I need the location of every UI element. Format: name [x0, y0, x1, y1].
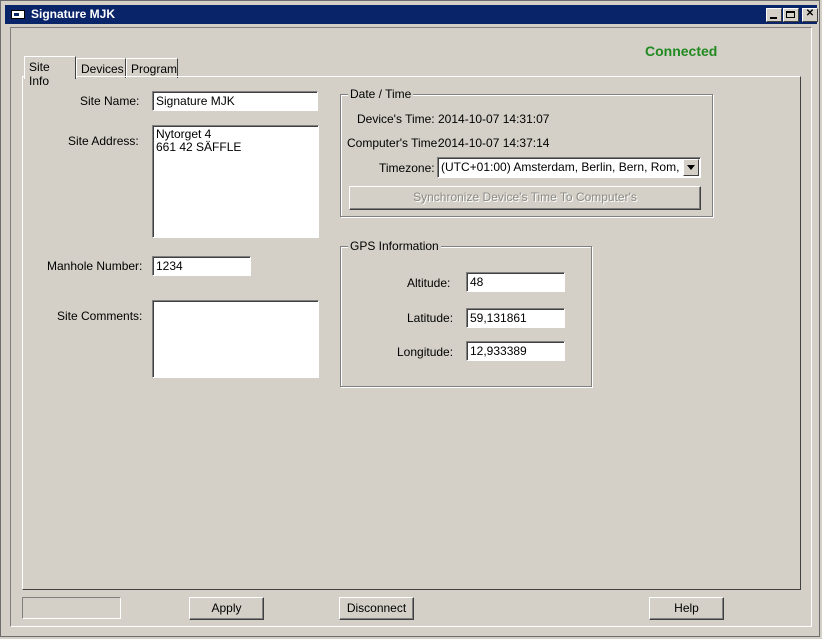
close-button[interactable]: ✕	[802, 8, 818, 22]
close-icon: ✕	[805, 8, 815, 19]
tab-program[interactable]: Program	[126, 58, 178, 78]
connection-status: Connected	[645, 43, 718, 59]
tab-label: Devices	[81, 62, 124, 76]
tab-devices[interactable]: Devices	[76, 58, 126, 78]
tab-label: Site Info	[29, 60, 50, 88]
disconnect-button[interactable]: Disconnect	[339, 597, 414, 620]
window-title: Signature MJK	[31, 7, 116, 21]
app-icon[interactable]	[11, 10, 25, 19]
maximize-button[interactable]	[783, 8, 799, 22]
title-bar[interactable]: Signature MJK ✕	[5, 5, 818, 24]
tab-label: Program	[131, 62, 178, 76]
status-box	[22, 597, 121, 619]
tab-site-info[interactable]: Site Info	[24, 56, 76, 88]
apply-button[interactable]: Apply	[189, 597, 264, 620]
minimize-button[interactable]	[766, 8, 782, 22]
help-button[interactable]: Help	[649, 597, 724, 620]
site-info-panel	[22, 76, 801, 590]
